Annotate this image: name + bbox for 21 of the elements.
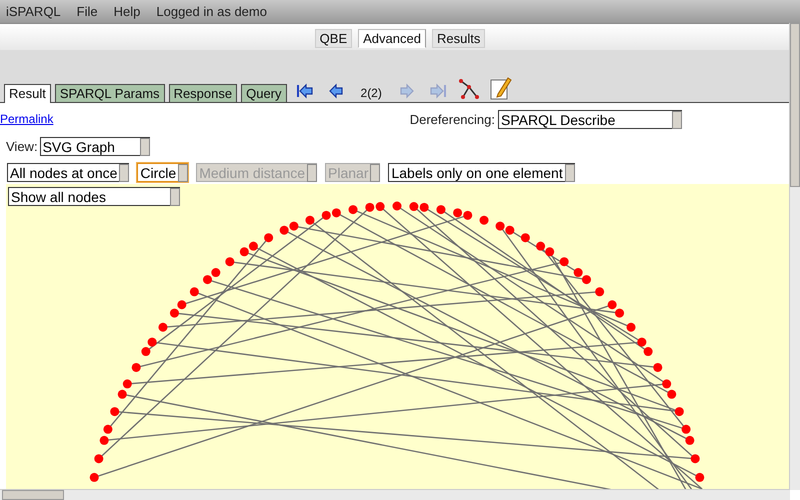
permalink-link[interactable]: Permalink (0, 112, 54, 126)
graph-option-select[interactable]: Circle (137, 163, 188, 182)
mode-tab[interactable]: QBE (314, 29, 352, 48)
menu-item[interactable]: iSPARQL (6, 4, 61, 19)
menu-item[interactable]: Logged in as demo (156, 4, 267, 19)
graph-option-select[interactable]: Labels only on one element (388, 163, 575, 182)
result-tab[interactable]: Response (168, 84, 238, 102)
view-label: View: (6, 138, 38, 154)
result-tab[interactable]: Query (241, 84, 287, 102)
result-tab[interactable]: Result (4, 84, 51, 103)
menu-item[interactable]: File (76, 4, 98, 19)
page-counter: 2(2) (360, 86, 383, 100)
dereferencing-select[interactable]: SPARQL Describe (498, 110, 682, 128)
node-filter-select[interactable]: Show all nodes (8, 187, 180, 206)
mode-tab[interactable]: Advanced (358, 29, 426, 48)
view-select[interactable]: SVG Graph (40, 136, 150, 156)
menu-item[interactable]: Help (114, 4, 140, 19)
mode-tab[interactable]: Results (432, 29, 486, 48)
graph-option-select[interactable]: All nodes at once (7, 163, 130, 182)
result-tab[interactable]: SPARQL Params (54, 84, 165, 102)
dereferencing-label: Dereferencing: (410, 112, 495, 126)
